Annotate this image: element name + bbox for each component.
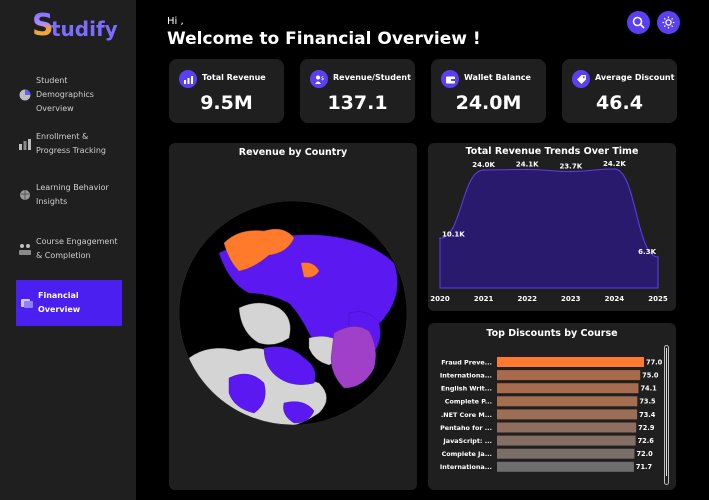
top-discounts-panel: Top Discounts by Course Fraud Preve... 77… xyxy=(428,323,676,490)
kpi-value: 24.0M xyxy=(455,92,522,114)
top-discounts-chart[interactable]: Fraud Preve... 77.0 Internationa... 75.0 Eng… xyxy=(428,323,676,490)
category-label: Fraud Preve... xyxy=(441,358,492,366)
sidebar-item-learning-behavior[interactable]: Learning Behavior Insights xyxy=(18,181,122,209)
search-button[interactable] xyxy=(627,11,650,34)
data-label: 77.0 xyxy=(646,358,663,366)
data-label: 73.5 xyxy=(639,398,656,406)
data-label: 73.4 xyxy=(639,411,656,419)
kpi-revenue-per-student: $ Revenue/Student 137.1 xyxy=(300,59,415,123)
discount-bar[interactable] xyxy=(497,409,638,420)
x-tick-label: 2022 xyxy=(517,295,537,303)
page-title: Welcome to Financial Overview ! xyxy=(167,29,481,49)
discount-bar[interactable] xyxy=(497,357,644,367)
kpi-label: Average Discount xyxy=(595,73,675,82)
data-label: 24.1K xyxy=(516,160,539,168)
data-label: 74.1 xyxy=(640,385,657,393)
data-point[interactable] xyxy=(657,256,659,258)
wallet-icon xyxy=(441,70,459,88)
data-point[interactable] xyxy=(482,169,485,171)
data-point[interactable] xyxy=(439,237,441,240)
app-logo[interactable]: S tudify xyxy=(32,10,122,44)
sidebar-item-label: Course Engagement & Completion xyxy=(36,237,118,260)
kpi-wallet-balance: Wallet Balance 24.0M xyxy=(431,59,546,123)
data-label: 6.3K xyxy=(638,248,656,256)
discount-bar[interactable] xyxy=(497,448,635,459)
engagement-icon xyxy=(19,244,31,255)
data-label: 24.0K xyxy=(472,161,495,169)
svg-text:$: $ xyxy=(321,76,324,82)
discount-bar[interactable] xyxy=(497,396,638,407)
sidebar-item-label: Financial Overview xyxy=(38,291,81,314)
category-label: JavaScript: ... xyxy=(442,437,492,445)
discount-bar[interactable] xyxy=(497,370,641,381)
sidebar-item-label: Enrollment & Progress Tracking xyxy=(36,132,106,155)
discount-bar[interactable] xyxy=(497,461,634,472)
brain-icon xyxy=(20,190,30,200)
data-point[interactable] xyxy=(613,168,616,170)
sidebar-item-course-engagement[interactable]: Course Engagement & Completion xyxy=(18,235,122,263)
scrollbar-thumb[interactable] xyxy=(666,348,667,476)
kpi-value: 9.5M xyxy=(200,92,253,114)
category-label: Pentaho for ... xyxy=(440,424,492,432)
data-label: 24.2K xyxy=(603,160,626,168)
kpi-value: 46.4 xyxy=(596,92,643,114)
finance-icon xyxy=(21,299,33,308)
sidebar-item-label: Learning Behavior Insights xyxy=(36,183,109,206)
sidebar-item-label: Student Demographics Overview xyxy=(36,76,94,113)
search-icon xyxy=(632,16,645,29)
data-label: 71.7 xyxy=(636,463,653,471)
sidebar-item-financial-overview[interactable]: Financial Overview xyxy=(16,280,122,326)
x-tick-label: 2025 xyxy=(648,295,668,303)
sidebar-item-enrollment-progress[interactable]: Enrollment & Progress Tracking xyxy=(18,130,122,158)
data-label: 75.0 xyxy=(642,372,659,380)
x-tick-label: 2020 xyxy=(430,295,450,303)
bar-chart-icon xyxy=(19,139,31,150)
discount-bar[interactable] xyxy=(497,422,637,433)
data-point[interactable] xyxy=(570,170,572,173)
world-map-globe[interactable] xyxy=(169,143,417,490)
kpi-label: Total Revenue xyxy=(202,73,266,82)
logo-text: tudify xyxy=(51,17,118,41)
category-label: English Writ... xyxy=(441,385,492,393)
revenue-trend-panel: Total Revenue Trends Over Time 10.1K 2020… xyxy=(428,143,676,311)
chart-scrollbar[interactable] xyxy=(664,345,669,485)
category-label: Internationa... xyxy=(440,372,492,380)
discount-bar[interactable] xyxy=(497,383,639,394)
sidebar-item-student-demographics[interactable]: Student Demographics Overview xyxy=(18,74,122,116)
revenue-by-country-panel: Revenue by Country xyxy=(169,143,417,490)
data-point[interactable] xyxy=(526,168,528,171)
discount-tag-icon xyxy=(572,70,590,88)
category-label: Complete P... xyxy=(445,398,492,406)
data-label: 10.1K xyxy=(442,230,465,238)
revenue-area-series[interactable] xyxy=(439,168,659,289)
kpi-total-revenue: Total Revenue 9.5M xyxy=(169,59,284,123)
category-label: .NET Core M... xyxy=(441,411,492,419)
pie-chart-icon xyxy=(19,89,31,101)
revenue-trend-chart[interactable]: 10.1K 2020 24.0K 2021 24.1K 2022 23.7K 2023 24.2… xyxy=(428,143,676,311)
x-tick-label: 2021 xyxy=(474,295,494,303)
data-label: 72.9 xyxy=(638,424,655,432)
data-label: 72.6 xyxy=(638,437,655,445)
discount-bar[interactable] xyxy=(497,435,636,446)
student-revenue-icon: $ xyxy=(310,70,328,88)
data-label: 23.7K xyxy=(559,162,582,170)
data-label: 72.0 xyxy=(636,450,653,458)
sidebar: S tudify Student Demographics Overview E… xyxy=(0,0,136,500)
sun-icon xyxy=(662,16,675,29)
category-label: Complete Ja... xyxy=(442,450,492,458)
kpi-label: Revenue/Student xyxy=(333,73,411,82)
kpi-label: Wallet Balance xyxy=(464,73,531,82)
x-tick-label: 2023 xyxy=(561,295,581,303)
kpi-value: 137.1 xyxy=(327,92,388,114)
category-label: Internationa... xyxy=(440,463,492,471)
x-tick-label: 2024 xyxy=(605,295,625,303)
revenue-icon xyxy=(179,70,197,88)
kpi-average-discount: Average Discount 46.4 xyxy=(562,59,677,123)
theme-toggle-button[interactable] xyxy=(657,11,680,34)
greeting-text: Hi , xyxy=(167,16,184,27)
